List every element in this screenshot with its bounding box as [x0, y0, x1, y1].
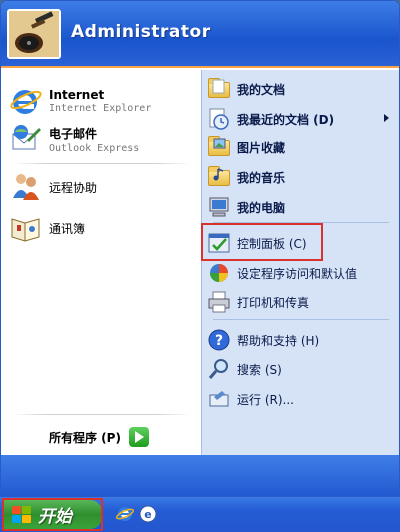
help-label: 搜索 (S) [237, 362, 282, 377]
system-label: 设定程序访问和默认值 [237, 266, 358, 281]
separator [213, 319, 389, 320]
separator [11, 163, 191, 164]
start-label: 开始 [38, 507, 72, 527]
outlook-express-icon [9, 122, 43, 156]
system-label: 控制面板 (C) [237, 236, 307, 251]
place-label: 我的电脑 [237, 200, 286, 215]
place-my-documents[interactable]: 我的文档 [207, 75, 393, 103]
run-item[interactable]: 运行 (R)... [207, 385, 393, 413]
place-label: 我的文档 [237, 82, 286, 97]
pinned-email[interactable]: 电子邮件 Outlook Express [9, 119, 195, 159]
outlook-express-icon[interactable]: e [138, 504, 158, 524]
place-recent-documents[interactable]: 我最近的文档 (D) [207, 105, 393, 133]
start-menu-footer [1, 455, 399, 496]
submenu-arrow-icon [384, 114, 389, 122]
help-support-icon: ? [207, 328, 231, 352]
remote-assistance-icon [9, 170, 43, 204]
place-label: 图片收藏 [237, 140, 286, 155]
pinned-subtitle: Internet Explorer [49, 103, 152, 114]
address-book-icon [9, 211, 43, 245]
taskbar: 开始 e [0, 497, 400, 532]
my-computer-icon [207, 195, 231, 219]
help-label: 运行 (R)... [237, 392, 294, 407]
windows-logo-icon [12, 505, 32, 524]
recent-label: 远程协助 [49, 180, 98, 195]
control-panel-item[interactable]: 控制面板 (C) [207, 229, 393, 257]
svg-text:?: ? [215, 333, 223, 349]
program-access-defaults-icon [207, 261, 231, 285]
run-icon [207, 387, 231, 411]
start-menu-header: Administrator [1, 1, 399, 68]
pinned-title: 电子邮件 [49, 126, 98, 141]
help-support-item[interactable]: ? 帮助和支持 (H) [207, 326, 393, 354]
pinned-internet[interactable]: Internet Internet Explorer [9, 81, 195, 121]
printers-faxes-item[interactable]: 打印机和传真 [207, 288, 393, 316]
printers-faxes-icon [207, 290, 231, 314]
system-label: 打印机和传真 [237, 295, 310, 310]
search-item[interactable]: 搜索 (S) [207, 355, 393, 383]
pinned-title: Internet [49, 88, 105, 102]
my-pictures-icon [207, 135, 231, 159]
my-documents-icon [207, 77, 231, 101]
help-label: 帮助和支持 (H) [237, 333, 320, 348]
separator [11, 414, 191, 415]
user-avatar[interactable] [7, 9, 61, 59]
control-panel-icon [207, 231, 231, 255]
start-button[interactable]: 开始 [4, 500, 102, 529]
my-music-icon [207, 165, 231, 189]
green-arrow-icon [128, 427, 149, 447]
separator [213, 222, 389, 223]
recent-remote-assistance[interactable]: 远程协助 [9, 167, 195, 207]
search-icon [207, 357, 231, 381]
place-my-computer[interactable]: 我的电脑 [207, 193, 393, 221]
start-menu: Administrator Internet Internet Explorer [0, 0, 400, 497]
place-label: 我最近的文档 (D) [237, 112, 335, 127]
recent-label: 通讯簿 [49, 221, 86, 236]
place-my-music[interactable]: 我的音乐 [207, 163, 393, 191]
user-name: Administrator [71, 22, 211, 42]
program-access-defaults-item[interactable]: 设定程序访问和默认值 [207, 259, 393, 287]
internet-explorer-icon [9, 84, 43, 118]
internet-explorer-icon[interactable] [115, 504, 135, 524]
all-programs-label: 所有程序 (P) [49, 430, 121, 445]
place-label: 我的音乐 [237, 170, 286, 185]
pinned-subtitle: Outlook Express [49, 142, 140, 154]
all-programs-button[interactable]: 所有程序 (P) [49, 427, 149, 447]
place-my-pictures[interactable]: 图片收藏 [207, 133, 393, 161]
recent-documents-icon [207, 107, 231, 131]
svg-text:e: e [144, 508, 151, 521]
recent-address-book[interactable]: 通讯簿 [9, 208, 195, 248]
